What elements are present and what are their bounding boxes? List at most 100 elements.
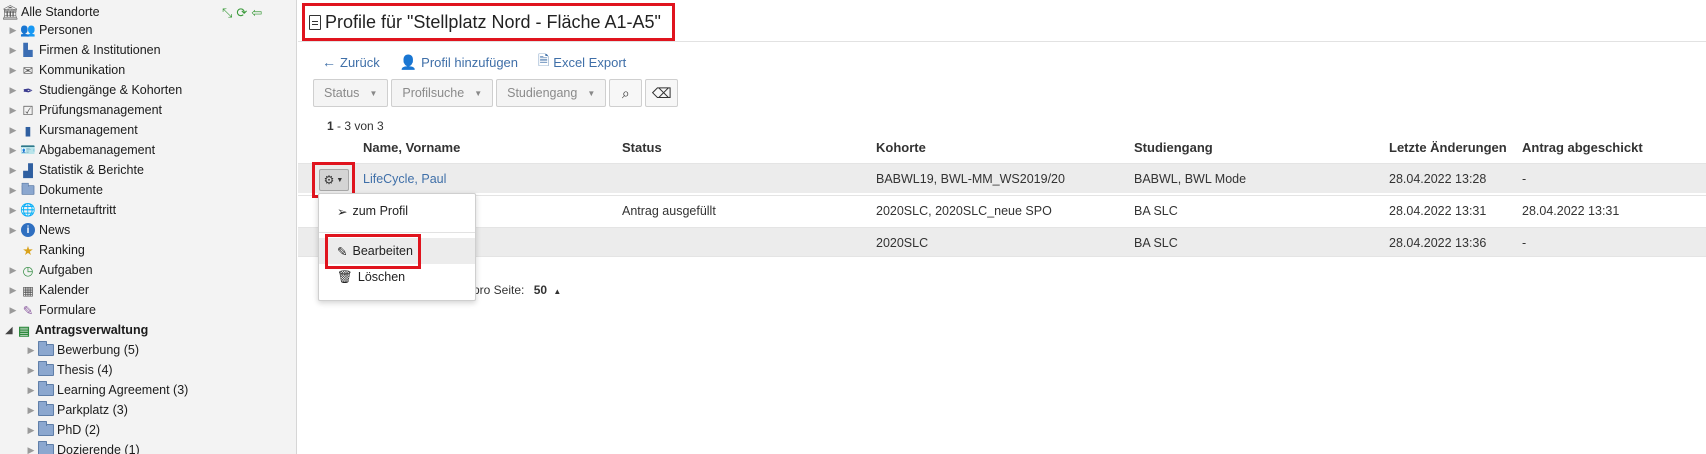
sidebar-item-dokumente[interactable]: ▶ Dokumente — [8, 180, 103, 200]
sidebar-item-internetauftritt[interactable]: ▶ 🌐 Internetauftritt — [8, 200, 117, 220]
sidebar-subitem-phd[interactable]: ▶ PhD (2) — [26, 420, 100, 440]
row-actions-button[interactable]: ⚙ ▼ — [318, 169, 349, 191]
sidebar-item-kommunikation[interactable]: ▶ ✉ Kommunikation — [8, 60, 126, 80]
table-row[interactable]: Antrag ausgefüllt 2020SLC, 2020SLC_neue … — [298, 195, 1706, 225]
document-icon — [309, 14, 321, 30]
sidebar-item-ranking[interactable]: ★ Ranking — [20, 240, 85, 260]
sidebar-subitem-learning-agreement[interactable]: ▶ Learning Agreement (3) — [26, 380, 188, 400]
sidebar-item-kalender[interactable]: ▶ ▦ Kalender — [8, 280, 90, 300]
sidebar-item-pruefungsmanagement[interactable]: ▶ ☑ Prüfungsmanagement — [8, 100, 162, 120]
menu-item-delete[interactable]: 🗑 Löschen — [319, 264, 475, 290]
sidebar-item-personen[interactable]: ▶ 👥 Personen — [8, 20, 93, 40]
refresh-icon[interactable]: ⟳ — [236, 6, 247, 20]
sidebar-subitem-label: Parkplatz (3) — [57, 403, 128, 417]
sidebar-item-antragsverwaltung[interactable]: ◢ ▤ Antragsverwaltung — [4, 320, 149, 340]
user-icon: 👤 — [399, 53, 418, 70]
column-header-kohorte[interactable]: Kohorte — [876, 140, 926, 155]
sidebar-item-label: Abgabemanagement — [39, 143, 156, 157]
caret-up-icon[interactable]: ▲ — [553, 287, 561, 296]
sidebar-item-kursmanagement[interactable]: ▶ ▮ Kursmanagement — [8, 120, 138, 140]
expand-arrow-icon[interactable]: ▶ — [8, 24, 18, 36]
menu-item-label: Löschen — [357, 270, 406, 284]
row-submitted: - — [1522, 236, 1527, 250]
envelope-icon: ✉ — [22, 63, 34, 78]
sidebar-item-label: Aufgaben — [39, 263, 93, 277]
profilsuche-filter-dropdown[interactable]: Profilsuche ▼ — [391, 79, 494, 107]
sidebar-item-label: Kursmanagement — [39, 123, 138, 137]
sidebar-item-formulare[interactable]: ▶ ✎ Formulare — [8, 300, 96, 320]
row-actions-menu: ➢ zum Profil ✎ Bearbeiten 🗑 Löschen — [318, 193, 476, 301]
column-header-name[interactable]: Name, Vorname — [363, 140, 460, 155]
row-submitted: 28.04.2022 13:31 — [1522, 204, 1620, 218]
profilsuche-filter-label: Profilsuche — [402, 86, 465, 100]
table-header: Name, Vorname Status Kohorte Studiengang… — [298, 138, 1706, 160]
back-arrow-icon[interactable]: ⇦ — [251, 6, 262, 20]
expand-arrow-icon[interactable]: ▶ — [26, 444, 36, 454]
excel-export-button[interactable]: 🗎 Excel Export — [538, 50, 626, 74]
spreadsheet-icon: ▤ — [18, 323, 30, 338]
column-header-studiengang[interactable]: Studiengang — [1134, 140, 1213, 155]
status-filter-label: Status — [324, 86, 360, 100]
sidebar-subitem-dozierende[interactable]: ▶ Dozierende (1) — [26, 440, 140, 454]
main-content: Profile für "Stellplatz Nord - Fläche A1… — [298, 0, 1706, 454]
expand-arrow-icon[interactable]: ▶ — [8, 124, 18, 136]
page-title-text: Profile für "Stellplatz Nord - Fläche A1… — [325, 11, 661, 32]
expand-arrow-icon[interactable]: ▶ — [8, 44, 18, 56]
table-row[interactable]: LifeCycle, Paul BABWL19, BWL-MM_WS2019/2… — [298, 163, 1706, 193]
sidebar-item-label: News — [39, 223, 71, 237]
table-row[interactable]: 2020SLC BA SLC 28.04.2022 13:36 - — [298, 227, 1706, 257]
folder-icon — [38, 361, 54, 378]
sidebar-subitem-parkplatz[interactable]: ▶ Parkplatz (3) — [26, 400, 128, 420]
status-filter-dropdown[interactable]: Status ▼ — [313, 79, 389, 107]
caret-down-icon: ▼ — [587, 88, 596, 98]
sidebar-item-label: Internetauftritt — [39, 203, 117, 217]
profile-name-link[interactable]: LifeCycle, Paul — [363, 172, 446, 186]
sidebar-item-statistik[interactable]: ▶ ▟ Statistik & Berichte — [8, 160, 144, 180]
expand-arrow-icon[interactable]: ▶ — [26, 384, 36, 396]
book-icon: ▮ — [24, 123, 32, 138]
column-header-status[interactable]: Status — [622, 140, 662, 155]
sidebar-item-label: Kommunikation — [39, 63, 126, 77]
expand-arrow-icon[interactable]: ▶ — [26, 404, 36, 416]
expand-arrow-icon[interactable]: ▶ — [8, 204, 18, 216]
sidebar-item-label: Statistik & Berichte — [39, 163, 144, 177]
expand-arrow-icon[interactable]: ▶ — [8, 164, 18, 176]
sidebar-item-news[interactable]: ▶ i News — [8, 220, 70, 240]
expand-arrow-icon[interactable]: ▶ — [8, 104, 18, 116]
sidebar-subitem-bewerbung[interactable]: ▶ Bewerbung (5) — [26, 340, 139, 360]
expand-arrow-icon[interactable]: ▶ — [26, 344, 36, 356]
sidebar-item-abgabemanagement[interactable]: ▶ 🪪 Abgabemanagement — [8, 140, 156, 160]
expand-arrow-icon[interactable]: ▶ — [8, 184, 18, 196]
form-icon: ✎ — [22, 303, 34, 318]
expand-arrow-icon[interactable]: ▶ — [8, 64, 18, 76]
expand-arrow-icon[interactable]: ▶ — [8, 144, 18, 156]
expand-arrow-icon[interactable]: ▶ — [8, 264, 18, 276]
clear-filter-button[interactable]: ⌫ — [645, 79, 679, 107]
add-profile-button[interactable]: 👤 Profil hinzufügen — [400, 54, 518, 71]
back-button[interactable]: ← Zurück — [322, 54, 380, 70]
sidebar-item-firmen[interactable]: ▶ ▙ Firmen & Institutionen — [8, 40, 161, 60]
info-icon: i — [20, 222, 36, 238]
collapse-arrow-icon[interactable]: ◢ — [4, 324, 14, 336]
add-profile-label: Profil hinzufügen — [421, 54, 519, 70]
sidebar-item-aufgaben[interactable]: ▶ ◷ Aufgaben — [8, 260, 93, 280]
collapse-icon[interactable]: ⤡ — [222, 6, 232, 20]
expand-arrow-icon[interactable]: ▶ — [8, 304, 18, 316]
search-button[interactable]: ⌕ — [609, 79, 643, 107]
studiengang-filter-dropdown[interactable]: Studiengang ▼ — [496, 79, 607, 107]
expand-arrow-icon[interactable]: ▶ — [8, 284, 18, 296]
expand-arrow-icon[interactable]: ▶ — [8, 224, 18, 236]
sidebar-subitem-thesis[interactable]: ▶ Thesis (4) — [26, 360, 113, 380]
expand-arrow-icon[interactable]: ▶ — [26, 424, 36, 436]
page-size-value[interactable]: 50 — [534, 283, 547, 297]
column-header-submitted[interactable]: Antrag abgeschickt — [1522, 140, 1643, 155]
menu-item-to-profile[interactable]: ➢ zum Profil — [319, 198, 475, 224]
page-size-control: pro Seite: 50 ▲ — [473, 283, 561, 297]
sidebar-item-studiengaenge[interactable]: ▶ ✒ Studiengänge & Kohorten — [8, 80, 183, 100]
expand-arrow-icon[interactable]: ▶ — [8, 84, 18, 96]
result-count: 1 - 3 von 3 — [327, 119, 384, 133]
expand-arrow-icon[interactable]: ▶ — [26, 364, 36, 376]
column-header-changed[interactable]: Letzte Änderungen — [1389, 140, 1507, 155]
sidebar-item-label: Ranking — [39, 243, 85, 257]
sidebar-root[interactable]: 🏛 Alle Standorte — [1, 2, 99, 22]
